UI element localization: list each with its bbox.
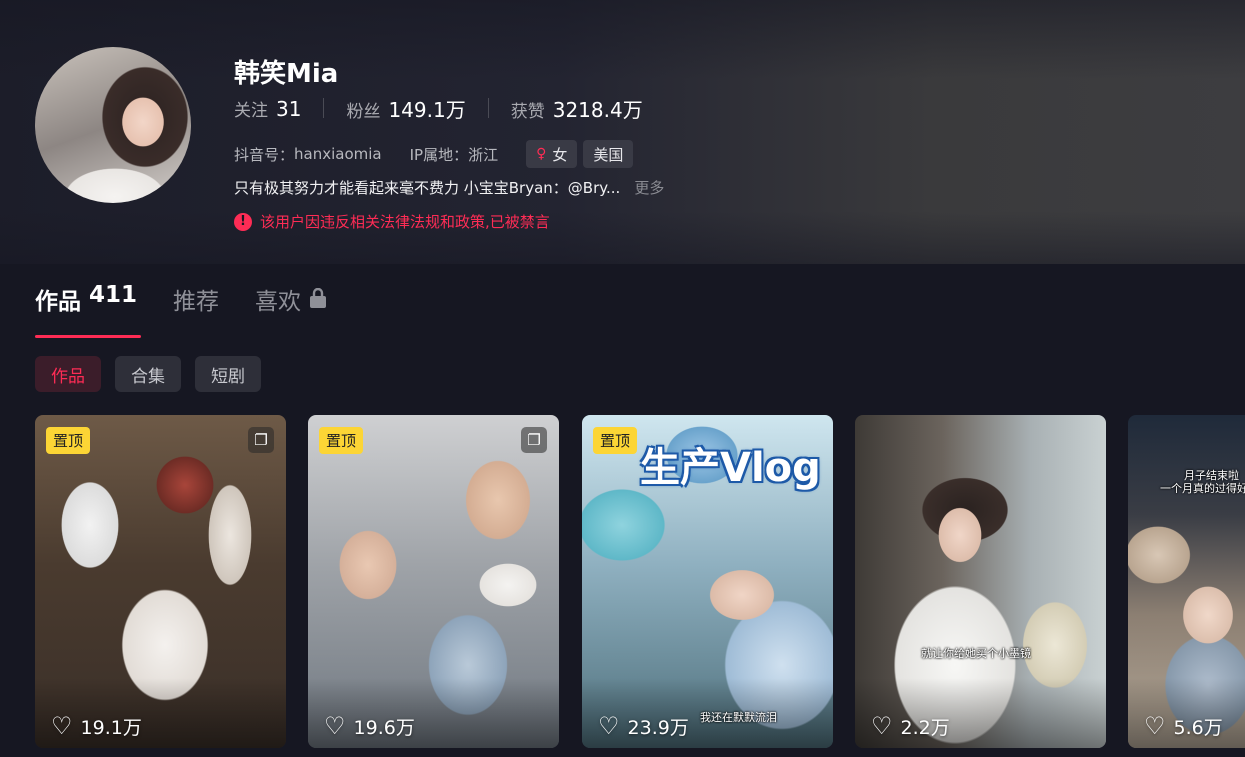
like-count: ♡ 19.1万 [51,712,142,740]
like-count-value: 19.6万 [353,716,415,739]
heart-icon: ♡ [324,712,346,740]
divider [323,98,325,118]
ip-location-label: IP属地： [409,145,469,164]
video-caption: 我还在默默流泪 [700,711,777,724]
tab-recommend[interactable]: 推荐 [173,282,219,338]
video-card[interactable]: 置顶 ❐ ♡ 19.1万 [35,415,286,748]
video-card[interactable]: 就让你给她买个小墨镜 ♡ 2.2万 [855,415,1106,748]
more-link[interactable]: 更多 [634,177,664,198]
stat-following[interactable]: 关注 31 [234,96,301,121]
like-count: ♡ 5.6万 [1144,712,1223,740]
douyin-id-label: 抖音号： [234,145,295,164]
video-caption: 就让你给她买个小墨镜 [921,647,1031,660]
ban-notice: ! 该用户因违反相关法律法规和政策,已被禁言 [234,211,550,232]
gender-tag: ♀ 女 [526,140,578,168]
tab-label: 推荐 [173,289,220,315]
heart-icon: ♡ [871,712,893,740]
pinned-badge: 置顶 [593,427,638,454]
heart-icon: ♡ [1144,712,1166,740]
stat-followers[interactable]: 粉丝 149.1万 [346,94,465,123]
filter-short-dramas[interactable]: 短剧 [195,356,261,392]
video-caption-line-2: 一个月真的过得好快 [1160,482,1245,495]
like-count: ♡ 19.6万 [324,712,415,740]
stat-label: 关注 [234,100,268,121]
tab-count: 411 [89,282,138,308]
tab-label: 作品 [35,289,81,315]
gender-label: 女 [552,145,568,164]
video-overlay-title: 生产Vlog [640,445,821,491]
country-tag: 美国 [583,140,634,168]
stat-label: 获赞 [510,101,545,122]
tab-works[interactable]: 作品 411 [35,282,142,338]
like-count-value: 19.1万 [80,716,142,739]
collection-icon: ❐ [521,427,547,453]
collection-icon: ❐ [248,427,274,453]
avatar[interactable] [35,47,191,203]
like-count: ♡ 2.2万 [871,712,950,740]
profile-name: 韩笑Mia [234,59,339,89]
tab-label: 喜欢 [255,289,302,315]
filter-collections[interactable]: 合集 [115,356,181,392]
filter-works[interactable]: 作品 [35,356,101,392]
like-count: ♡ 23.9万 [598,712,689,740]
pinned-badge: 置顶 [319,427,364,454]
video-card[interactable]: 置顶 ❐ ♡ 19.6万 [308,415,559,748]
lock-icon [309,287,327,313]
stat-likes: 获赞 3218.4万 [511,94,643,123]
like-count-value: 5.6万 [1173,716,1223,739]
bio-text: 只有极其努力才能看起来毫不费力 小宝宝Bryan：@Bry... [234,179,621,197]
profile-bio: 只有极其努力才能看起来毫不费力 小宝宝Bryan：@Bry... 更多 [234,177,664,198]
like-count-value: 23.9万 [627,716,689,739]
stat-label: 粉丝 [346,101,381,122]
stat-value: 31 [276,96,302,121]
tab-likes[interactable]: 喜欢 [255,282,327,338]
ip-location: 浙江 [468,145,499,164]
divider [487,98,489,118]
like-count-value: 2.2万 [900,716,950,739]
stat-value: 149.1万 [388,97,466,122]
pinned-badge: 置顶 [46,427,91,454]
video-card[interactable]: 生产Vlog 置顶 我还在默默流泪 ♡ 23.9万 [582,415,833,748]
video-card[interactable]: 月子结束啦 一个月真的过得好快 ♡ 5.6万 [1128,415,1245,748]
profile-stats: 关注 31 粉丝 149.1万 获赞 3218.4万 [234,94,643,123]
douyin-id: hanxiaomia [294,145,382,163]
stat-value: 3218.4万 [552,97,643,122]
female-icon: ♀ [536,146,547,162]
profile-tabs: 作品 411 推荐 喜欢 [35,282,363,338]
heart-icon: ♡ [598,712,620,740]
ban-notice-text: 该用户因违反相关法律法规和政策,已被禁言 [260,213,550,231]
heart-icon: ♡ [51,712,73,740]
content-filters: 作品 合集 短剧 [35,356,275,392]
profile-meta: 抖音号： hanxiaomia IP属地： 浙江 ♀ 女 美国 [234,140,634,168]
alert-icon: ! [234,212,252,231]
